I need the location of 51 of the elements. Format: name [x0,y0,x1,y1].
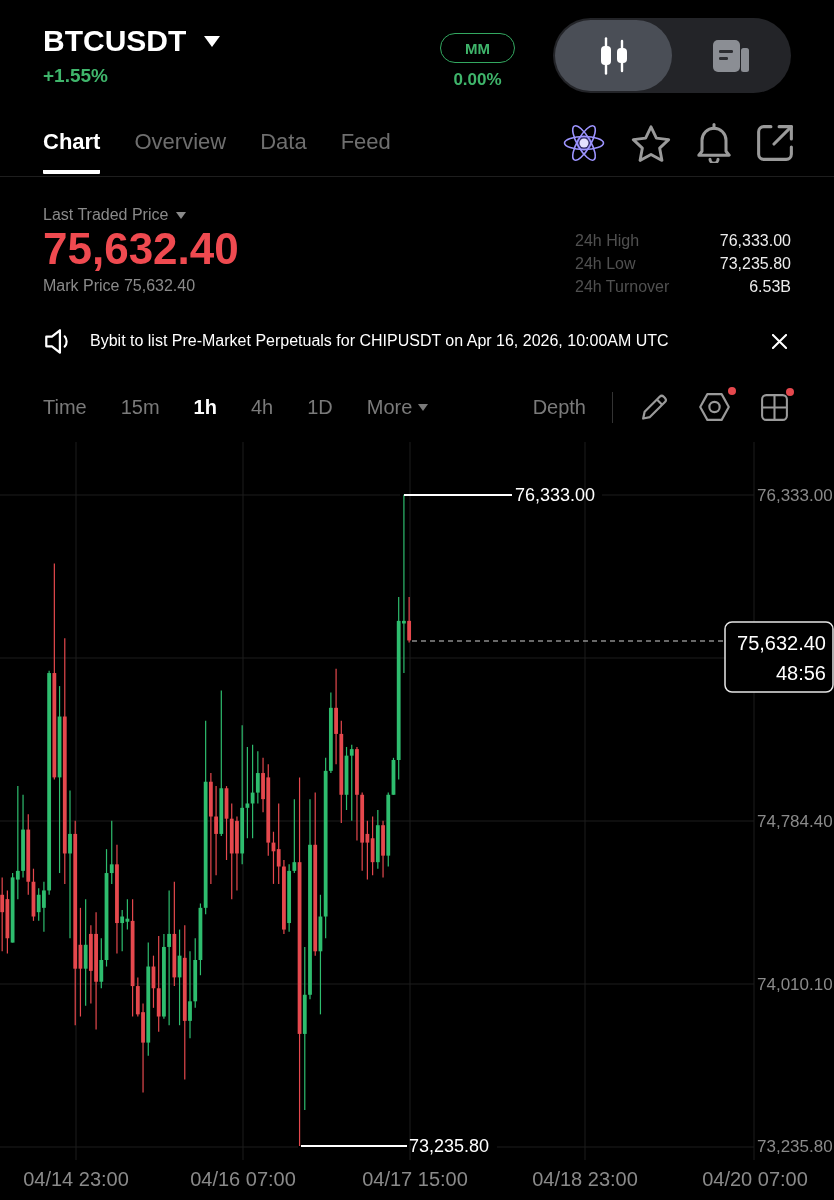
y-axis-label: 74,784.40 [757,811,833,831]
symbol-title[interactable]: BTCUSDT [43,23,187,59]
stat-label: 24h Low [575,254,636,273]
high-price-label: 76,333.00 [515,485,596,505]
grid-icon[interactable] [761,393,788,421]
share-icon[interactable] [757,125,793,161]
tab[interactable]: Data [260,110,307,174]
mm-rate: 0.00% [453,69,502,91]
bell-icon[interactable] [697,123,731,163]
stat-value: 76,333.00 [719,231,791,250]
tab[interactable]: Feed [340,110,391,174]
tab[interactable]: Chart [43,110,101,174]
y-axis-label: 73,235.80 [757,1136,833,1156]
countdown-timer: 48:56 [775,662,826,684]
close-icon[interactable] [772,333,787,349]
tab[interactable]: Overview [134,110,227,174]
last-price: 75,632.40 [43,225,239,273]
stat-value: 73,235.80 [719,254,791,273]
low-price-label: 73,235.80 [409,1136,490,1156]
price-change: +1.55% [43,64,108,88]
stat-label: 24h High [575,231,640,250]
caret-icon [418,403,429,411]
caret-icon[interactable] [176,211,187,219]
atom-icon[interactable] [563,123,605,163]
y-axis-label: 76,333.00 [757,485,833,505]
mark-price-text: Mark Price 75,632.40 [43,276,196,296]
interval-tab[interactable]: 1D [307,394,333,420]
depth-tab[interactable]: Depth [532,394,586,420]
more-button[interactable]: More [366,394,429,420]
x-axis-label: 04/20 07:00 [702,1168,808,1190]
settings-icon[interactable] [699,393,730,421]
star-icon[interactable] [631,124,671,162]
last-price-value: 75,632.40 [737,632,826,654]
x-axis-label: 04/17 15:00 [362,1168,468,1190]
x-axis-label: 04/16 07:00 [190,1168,296,1190]
y-axis-label: 74,010.10 [757,974,833,994]
stat-value: 6.53B [749,277,791,296]
announcement-text[interactable]: Bybit to list Pre-Market Perpetuals for CHIPUSDT on Apr 16, 2026, 10:00AM UTC [90,330,669,352]
interval-tab[interactable]: 15m [120,394,160,420]
price-type-label[interactable]: Last Traded Price [43,205,169,225]
x-axis-label: 04/14 23:00 [23,1168,129,1190]
x-axis-label: 04/18 23:00 [532,1168,638,1190]
pencil-icon[interactable] [642,394,668,420]
caret-icon[interactable] [204,35,221,47]
stat-label: 24h Turnover [575,277,670,296]
chart-view-button[interactable] [555,20,672,91]
document-icon [712,39,749,72]
interval-tab[interactable]: Time [43,394,87,420]
interval-tab[interactable]: 4h [250,394,274,420]
interval-tab[interactable]: 1h [193,394,217,420]
speaker-icon [45,328,70,354]
